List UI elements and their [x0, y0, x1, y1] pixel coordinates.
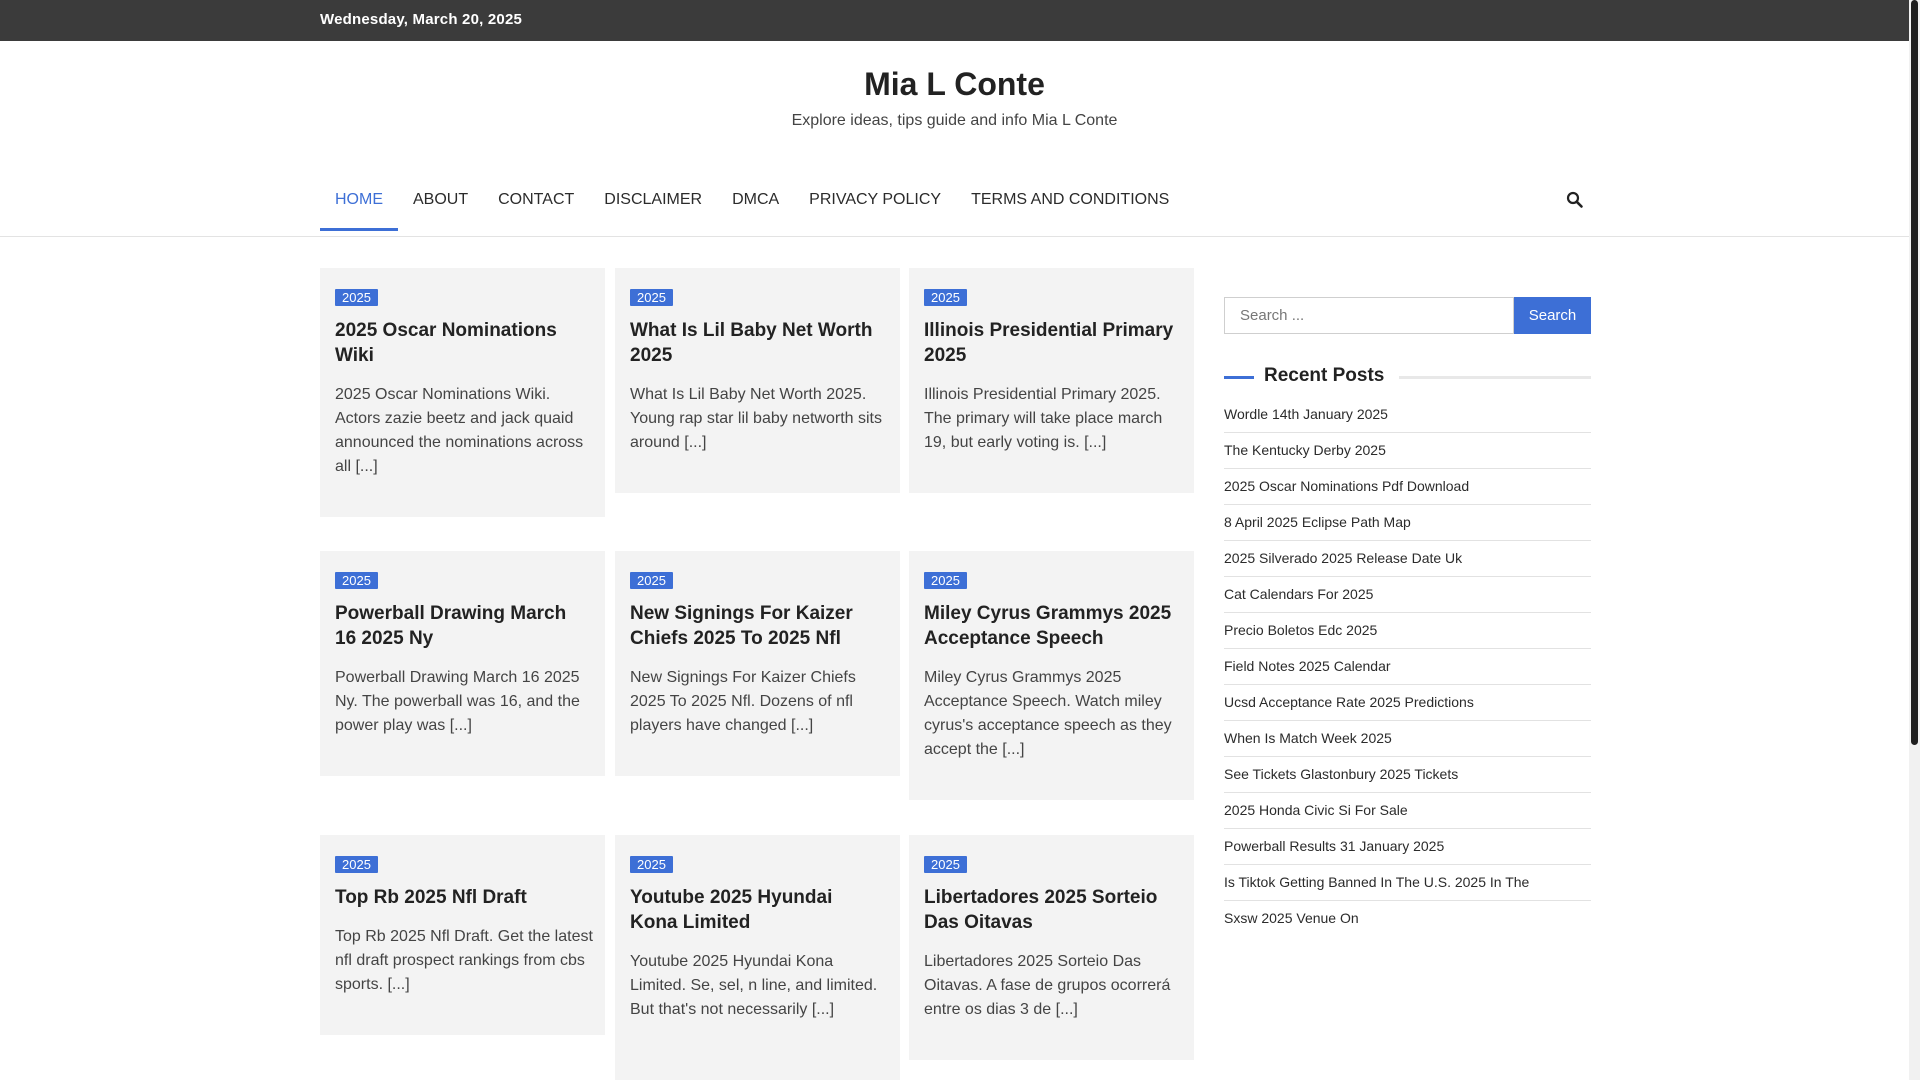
search-button[interactable]: Search [1514, 297, 1591, 334]
post-card: 2025 Top Rb 2025 Nfl Draft Top Rb 2025 N… [320, 835, 605, 1035]
recent-post-link[interactable]: 2025 Oscar Nominations Pdf Download [1224, 469, 1591, 505]
recent-post-link[interactable]: When Is Match Week 2025 [1224, 721, 1591, 757]
post-card: 2025 New Signings For Kaizer Chiefs 2025… [615, 551, 900, 776]
category-badge[interactable]: 2025 [924, 856, 967, 873]
recent-post-link[interactable]: 8 April 2025 Eclipse Path Map [1224, 505, 1591, 541]
recent-post-link[interactable]: Sxsw 2025 Venue On [1224, 901, 1591, 937]
post-title[interactable]: What Is Lil Baby Net Worth 2025 [630, 318, 885, 368]
recent-post-link[interactable]: Ucsd Acceptance Rate 2025 Predictions [1224, 685, 1591, 721]
post-excerpt: Top Rb 2025 Nfl Draft. Get the latest nf… [335, 928, 593, 993]
post-title[interactable]: Illinois Presidential Primary 2025 [924, 318, 1179, 368]
recent-post-link[interactable]: 2025 Honda Civic Si For Sale [1224, 793, 1591, 829]
main-navigation: HOME ABOUT CONTACT DISCLAIMER DMCA PRIVA… [0, 176, 1909, 237]
search-input[interactable] [1224, 297, 1514, 334]
category-badge[interactable]: 2025 [335, 572, 378, 589]
sidebar-search: Search [1224, 297, 1591, 334]
post-card: 2025 Illinois Presidential Primary 2025 … [909, 268, 1194, 493]
nav-item-dmca[interactable]: DMCA [717, 176, 794, 231]
post-card: 2025 2025 Oscar Nominations Wiki 2025 Os… [320, 268, 605, 517]
current-date: Wednesday, March 20, 2025 [320, 11, 523, 28]
post-excerpt: Youtube 2025 Hyundai Kona Limited. Se, s… [630, 953, 878, 1018]
post-excerpt: New Signings For Kaizer Chiefs 2025 To 2… [630, 669, 856, 734]
recent-post-link[interactable]: Field Notes 2025 Calendar [1224, 649, 1591, 685]
post-card: 2025 Youtube 2025 Hyundai Kona Limited Y… [615, 835, 900, 1080]
site-tagline: Explore ideas, tips guide and info Mia L… [791, 112, 1118, 129]
post-title[interactable]: Top Rb 2025 Nfl Draft [335, 885, 590, 910]
heading-accent-bar [1224, 376, 1254, 379]
post-excerpt: Illinois Presidential Primary 2025. The … [924, 386, 1163, 451]
category-badge[interactable]: 2025 [335, 289, 378, 306]
recent-post-link[interactable]: The Kentucky Derby 2025 [1224, 433, 1591, 469]
post-excerpt: What Is Lil Baby Net Worth 2025. Young r… [630, 386, 882, 451]
recent-post-link[interactable]: See Tickets Glastonbury 2025 Tickets [1224, 757, 1591, 793]
heading-divider [1399, 376, 1591, 379]
post-title[interactable]: Miley Cyrus Grammys 2025 Acceptance Spee… [924, 601, 1179, 651]
site-title[interactable]: Mia L Conte [0, 66, 1909, 103]
post-excerpt: 2025 Oscar Nominations Wiki. Actors zazi… [335, 386, 584, 475]
category-badge[interactable]: 2025 [335, 856, 378, 873]
nav-item-home[interactable]: HOME [320, 176, 398, 231]
post-excerpt: Powerball Drawing March 16 2025 Ny. The … [335, 669, 580, 734]
recent-post-link[interactable]: Cat Calendars For 2025 [1224, 577, 1591, 613]
category-badge[interactable]: 2025 [630, 572, 673, 589]
post-title[interactable]: Youtube 2025 Hyundai Kona Limited [630, 885, 885, 935]
search-icon[interactable] [1565, 190, 1585, 210]
nav-item-terms-and-conditions[interactable]: TERMS AND CONDITIONS [956, 176, 1184, 231]
recent-posts-list: Wordle 14th January 2025 The Kentucky De… [1224, 397, 1591, 937]
post-title[interactable]: 2025 Oscar Nominations Wiki [335, 318, 590, 368]
nav-item-disclaimer[interactable]: DISCLAIMER [589, 176, 717, 231]
scrollbar-thumb[interactable] [1911, 0, 1918, 745]
category-badge[interactable]: 2025 [630, 856, 673, 873]
category-badge[interactable]: 2025 [924, 572, 967, 589]
post-card: 2025 Miley Cyrus Grammys 2025 Acceptance… [909, 551, 1194, 800]
top-bar: Wednesday, March 20, 2025 [0, 0, 1909, 41]
recent-post-link[interactable]: Powerball Results 31 January 2025 [1224, 829, 1591, 865]
post-card: 2025 Libertadores 2025 Sorteio Das Oitav… [909, 835, 1194, 1060]
post-title[interactable]: Libertadores 2025 Sorteio Das Oitavas [924, 885, 1179, 935]
recent-posts-heading: Recent Posts [1224, 365, 1591, 387]
recent-post-link[interactable]: Wordle 14th January 2025 [1224, 397, 1591, 433]
recent-posts-title: Recent Posts [1264, 365, 1385, 386]
post-excerpt: Miley Cyrus Grammys 2025 Acceptance Spee… [924, 669, 1172, 758]
sidebar: Search Recent Posts Wordle 14th January … [1224, 297, 1591, 937]
post-card: 2025 What Is Lil Baby Net Worth 2025 Wha… [615, 268, 900, 493]
page-scrollbar[interactable] [1909, 0, 1920, 1080]
recent-post-link[interactable]: Precio Boletos Edc 2025 [1224, 613, 1591, 649]
nav-item-privacy-policy[interactable]: PRIVACY POLICY [794, 176, 956, 231]
category-badge[interactable]: 2025 [630, 289, 673, 306]
post-title[interactable]: New Signings For Kaizer Chiefs 2025 To 2… [630, 601, 885, 651]
nav-item-contact[interactable]: CONTACT [483, 176, 589, 231]
recent-post-link[interactable]: Is Tiktok Getting Banned In The U.S. 202… [1224, 865, 1591, 901]
nav-item-about[interactable]: ABOUT [398, 176, 483, 231]
post-excerpt: Libertadores 2025 Sorteio Das Oitavas. A… [924, 953, 1171, 1018]
post-title[interactable]: Powerball Drawing March 16 2025 Ny [335, 601, 590, 651]
category-badge[interactable]: 2025 [924, 289, 967, 306]
recent-post-link[interactable]: 2025 Silverado 2025 Release Date Uk [1224, 541, 1591, 577]
post-card: 2025 Powerball Drawing March 16 2025 Ny … [320, 551, 605, 776]
